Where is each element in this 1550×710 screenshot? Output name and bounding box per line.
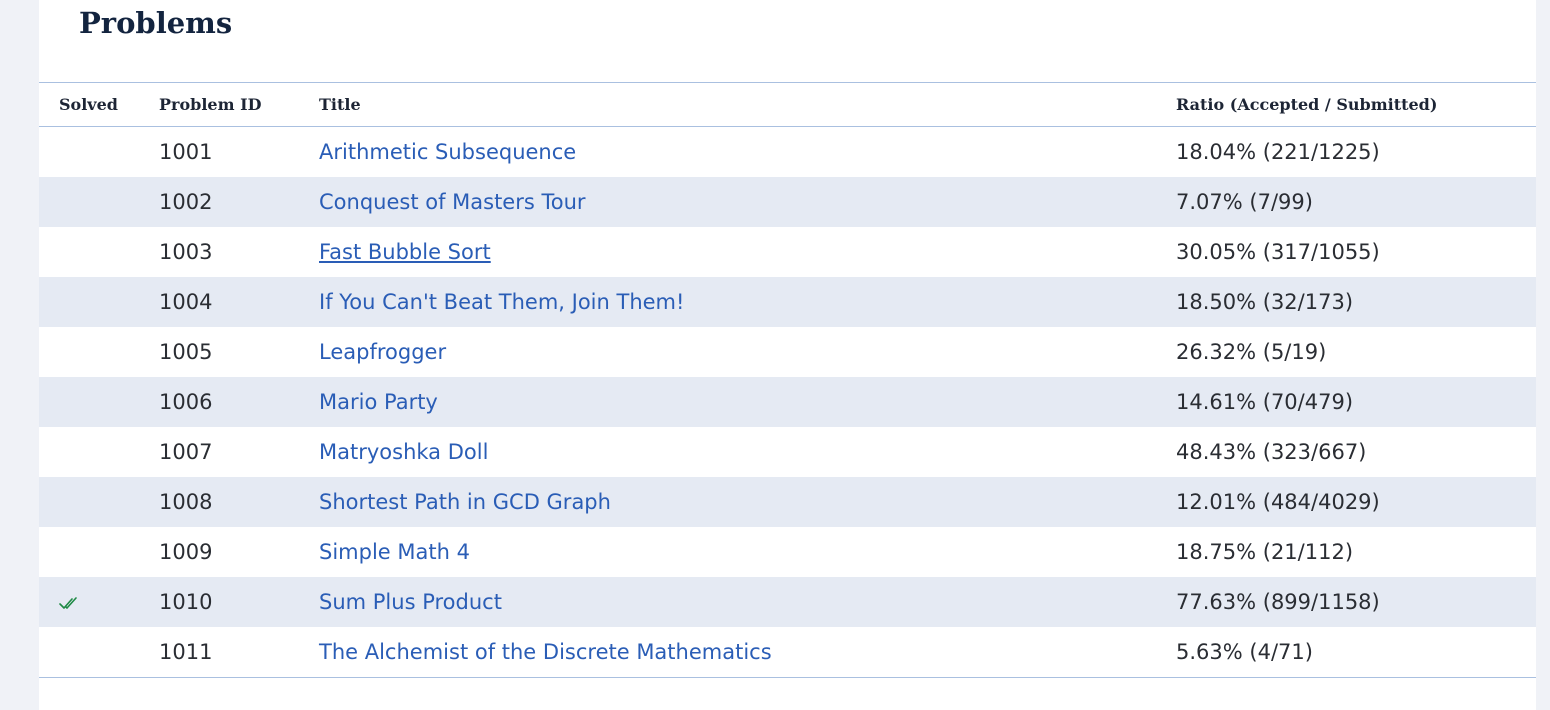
problems-table-body: 1001 Arithmetic Subsequence 18.04% (221/12… — [39, 127, 1536, 678]
ratio-cell: 18.04% (221/1225) — [1176, 140, 1380, 164]
problem-title-link[interactable]: Conquest of Masters Tour — [319, 190, 586, 214]
title-cell: Shortest Path in GCD Graph — [319, 477, 1176, 527]
solved-cell — [39, 277, 159, 327]
problem-id-cell: 1002 — [159, 177, 319, 227]
problem-id-cell: 1009 — [159, 540, 213, 564]
title-cell: Sum Plus Product — [319, 577, 1176, 627]
title-cell: Fast Bubble Sort — [319, 227, 1176, 277]
problem-id-cell: 1001 — [159, 140, 213, 164]
problems-panel: Problems Solved Problem ID Title Ratio (… — [39, 0, 1536, 710]
table-row: 1009 Simple Math 4 18.75% (21/112) — [39, 527, 1536, 577]
solved-cell — [39, 377, 159, 427]
problem-id-cell: 1005 — [159, 340, 213, 364]
ratio-cell: 26.32% (5/19) — [1176, 340, 1327, 364]
ratio-cell: 30.05% (317/1055) — [1176, 240, 1380, 264]
title-cell: Leapfrogger — [319, 327, 1176, 377]
header-problem-id[interactable]: Problem ID — [159, 82, 319, 127]
solved-cell — [39, 477, 159, 527]
table-row: 1007 Matryoshka Doll 48.43% (323/667) — [39, 427, 1536, 477]
problem-id-cell: 1003 — [159, 240, 213, 264]
problem-title-link[interactable]: Shortest Path in GCD Graph — [319, 490, 611, 514]
problem-id-cell: 1010 — [159, 577, 319, 627]
ratio-cell: 14.61% (70/479) — [1176, 377, 1536, 427]
solved-cell — [39, 577, 159, 627]
problem-id-cell: 1004 — [159, 277, 319, 327]
problem-title-link[interactable]: Leapfrogger — [319, 340, 446, 364]
table-row: 1011 The Alchemist of the Discrete Mathem… — [39, 627, 1536, 678]
solved-cell — [39, 427, 159, 477]
page-title: Problems — [79, 6, 233, 40]
table-row: 1003 Fast Bubble Sort 30.05% (317/1055) — [39, 227, 1536, 277]
solved-cell — [39, 127, 159, 178]
problem-id-cell: 1008 — [159, 477, 319, 527]
double-check-icon — [59, 597, 77, 609]
problem-title-link[interactable]: Simple Math 4 — [319, 540, 470, 564]
title-cell: Mario Party — [319, 377, 1176, 427]
problem-id-cell: 1006 — [159, 377, 319, 427]
title-cell: The Alchemist of the Discrete Mathematic… — [319, 627, 1176, 678]
problem-title-link[interactable]: Mario Party — [319, 390, 438, 414]
table-row: 1008 Shortest Path in GCD Graph 12.01% (48… — [39, 477, 1536, 527]
solved-cell — [39, 177, 159, 227]
problem-title-link[interactable]: The Alchemist of the Discrete Mathematic… — [319, 640, 772, 664]
problem-id-cell: 1011 — [159, 640, 213, 664]
header-ratio[interactable]: Ratio (Accepted / Submitted) — [1176, 82, 1536, 127]
solved-cell — [39, 527, 159, 577]
problem-title-link[interactable]: Sum Plus Product — [319, 590, 502, 614]
problem-title-link[interactable]: Matryoshka Doll — [319, 440, 488, 464]
solved-cell — [39, 227, 159, 277]
ratio-cell: 77.63% (899/1158) — [1176, 577, 1536, 627]
table-row: 1002 Conquest of Masters Tour 7.07% (7/99) — [39, 177, 1536, 227]
title-cell: Conquest of Masters Tour — [319, 177, 1176, 227]
ratio-cell: 48.43% (323/667) — [1176, 440, 1367, 464]
table-row: 1001 Arithmetic Subsequence 18.04% (221/12… — [39, 127, 1536, 178]
ratio-cell: 18.50% (32/173) — [1176, 277, 1536, 327]
table-header-row: Solved Problem ID Title Ratio (Accepted … — [39, 82, 1536, 127]
header-solved[interactable]: Solved — [39, 82, 159, 127]
header-title[interactable]: Title — [319, 82, 1176, 127]
table-row: 1005 Leapfrogger 26.32% (5/19) — [39, 327, 1536, 377]
problems-table: Solved Problem ID Title Ratio (Accepted … — [39, 82, 1536, 678]
problem-title-link[interactable]: Arithmetic Subsequence — [319, 140, 576, 164]
table-row: 1004 If You Can't Beat Them, Join Them! 18… — [39, 277, 1536, 327]
problem-id-cell: 1007 — [159, 440, 213, 464]
title-cell: Matryoshka Doll — [319, 427, 1176, 477]
title-cell: Arithmetic Subsequence — [319, 127, 1176, 178]
title-cell: If You Can't Beat Them, Join Them! — [319, 277, 1176, 327]
problem-title-link[interactable]: Fast Bubble Sort — [319, 240, 491, 264]
solved-cell — [39, 327, 159, 377]
problem-title-link[interactable]: If You Can't Beat Them, Join Them! — [319, 290, 684, 314]
table-row: 1010 Sum Plus Product 77.63% (899/1158) — [39, 577, 1536, 627]
ratio-cell: 18.75% (21/112) — [1176, 540, 1354, 564]
ratio-cell: 12.01% (484/4029) — [1176, 477, 1536, 527]
ratio-cell: 7.07% (7/99) — [1176, 177, 1536, 227]
ratio-cell: 5.63% (4/71) — [1176, 640, 1313, 664]
table-row: 1006 Mario Party 14.61% (70/479) — [39, 377, 1536, 427]
solved-cell — [39, 627, 159, 678]
title-cell: Simple Math 4 — [319, 527, 1176, 577]
